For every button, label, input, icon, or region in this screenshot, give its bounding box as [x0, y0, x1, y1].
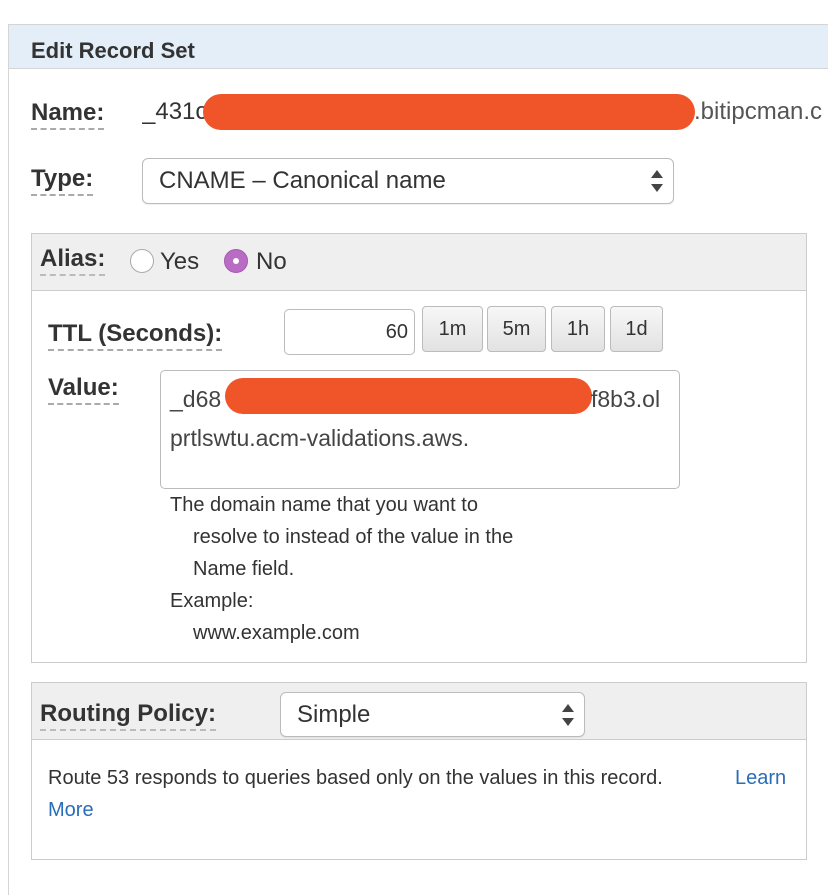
routing-policy-label: Routing Policy:: [40, 701, 216, 731]
help-example-value: www.example.com: [193, 622, 360, 644]
redaction-mark: [225, 378, 592, 414]
type-select-value: CNAME – Canonical name: [159, 167, 446, 194]
help-line3: Name field.: [193, 558, 295, 580]
routing-policy-select[interactable]: Simple: [280, 692, 585, 737]
learn-more-link-cont[interactable]: More: [48, 799, 94, 822]
type-label: Type:: [31, 166, 94, 196]
value-line2: prtlswtu.acm-validations.aws.: [170, 425, 470, 451]
ttl-5m-button[interactable]: 5m: [487, 306, 546, 352]
routing-policy-value: Simple: [297, 701, 371, 728]
alias-yes-label[interactable]: Yes: [160, 248, 199, 276]
ttl-1d-button[interactable]: 1d: [610, 306, 663, 352]
value-line1-prefix: _d68: [170, 386, 222, 412]
ttl-1h-button[interactable]: 1h: [551, 306, 605, 352]
help-example-label: Example:: [170, 590, 254, 612]
ttl-label: TTL (Seconds):: [48, 321, 223, 351]
ttl-1m-button[interactable]: 1m: [422, 306, 483, 352]
panel-title: Edit Record Set: [9, 25, 828, 69]
name-value-prefix: _431c: [142, 98, 208, 125]
value-label: Value:: [48, 375, 119, 405]
alias-yes-radio[interactable]: [130, 249, 154, 273]
ttl-input[interactable]: 60: [284, 309, 415, 355]
alias-label: Alias:: [40, 246, 106, 276]
name-value-suffix: .bitipcman.c: [694, 98, 823, 125]
name-label: Name:: [31, 100, 105, 130]
alias-no-label[interactable]: No: [256, 248, 287, 276]
routing-description: Route 53 responds to queries based only …: [48, 767, 663, 789]
select-arrows-icon: [562, 703, 574, 726]
learn-more-link[interactable]: Learn: [735, 767, 786, 790]
help-line1: The domain name that you want to: [170, 494, 478, 516]
alias-no-radio[interactable]: [224, 249, 248, 273]
type-select[interactable]: CNAME – Canonical name: [142, 158, 674, 204]
help-line2: resolve to instead of the value in the: [193, 526, 514, 548]
value-line1-suffix: f8b3.ol: [591, 386, 661, 412]
redaction-mark: [203, 94, 695, 130]
select-arrows-icon: [651, 170, 663, 192]
